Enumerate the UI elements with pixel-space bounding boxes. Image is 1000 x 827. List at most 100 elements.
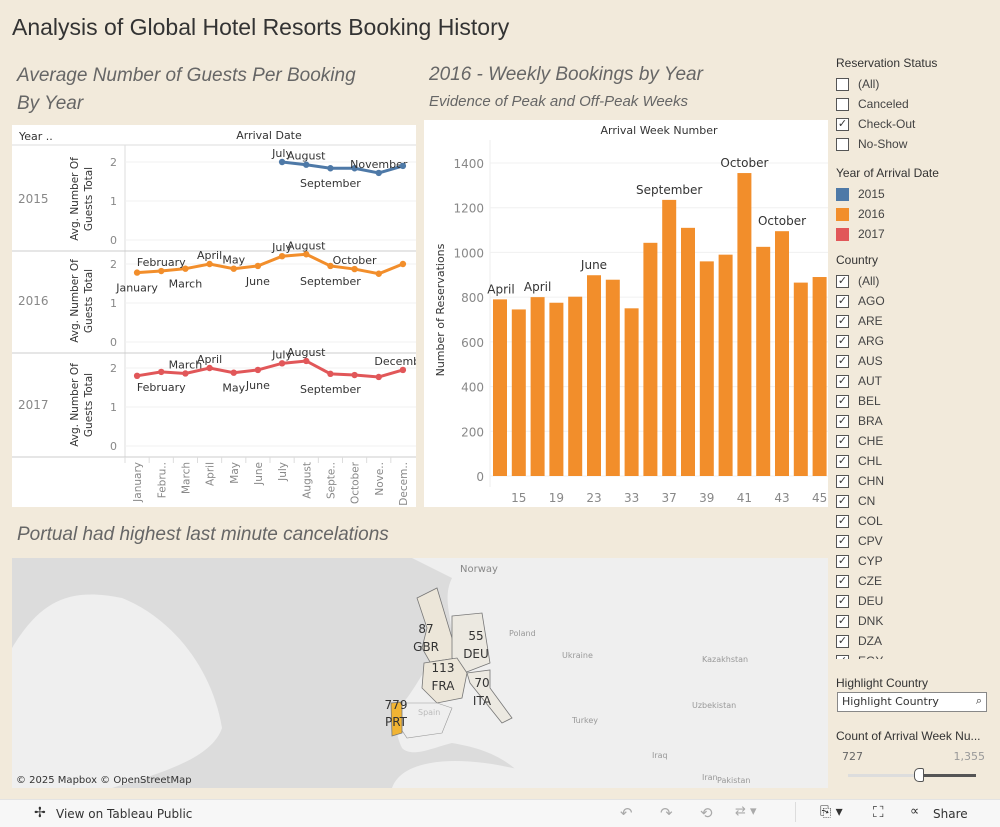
- checkbox[interactable]: ✓: [836, 534, 849, 548]
- checkbox[interactable]: ✓: [836, 394, 849, 408]
- checkbox[interactable]: ✓: [836, 494, 849, 508]
- y-axis-title: Number of Reservations: [434, 243, 447, 376]
- highlight-country-placeholder: Highlight Country: [842, 695, 939, 708]
- country-option[interactable]: ✓ CHL: [836, 451, 992, 471]
- checkbox[interactable]: [836, 77, 849, 91]
- point-label: May: [222, 382, 245, 395]
- checkbox[interactable]: ✓: [836, 374, 849, 388]
- checkbox[interactable]: [836, 97, 849, 111]
- data-point: [254, 262, 262, 270]
- highlight-country-input[interactable]: Highlight Country ⌕: [837, 692, 987, 712]
- slider-range-fill: [924, 774, 976, 777]
- slider-max-label: 1,355: [953, 750, 986, 763]
- bar-label: April: [487, 282, 514, 296]
- place-label: Kazakhstan: [702, 655, 748, 664]
- redo-icon[interactable]: ↷: [660, 804, 673, 822]
- country-option[interactable]: ✓ BEL: [836, 391, 992, 411]
- checkbox-label: (All): [858, 274, 880, 288]
- checkbox[interactable]: ✓: [836, 654, 849, 659]
- checkbox[interactable]: ✓: [836, 117, 849, 131]
- country-option[interactable]: ✓ CHN: [836, 471, 992, 491]
- checkbox[interactable]: ✓: [836, 574, 849, 588]
- country-option[interactable]: ✓ AUT: [836, 371, 992, 391]
- legend-item[interactable]: 2016: [836, 204, 992, 224]
- fullscreen-icon[interactable]: ⛶: [873, 803, 884, 821]
- bar: [587, 275, 601, 476]
- legend-label: 2015: [858, 187, 885, 201]
- checkbox[interactable]: ✓: [836, 634, 849, 648]
- download-icon[interactable]: ⎘ ▾: [820, 804, 843, 820]
- country-option[interactable]: ✓ AUS: [836, 351, 992, 371]
- checkbox[interactable]: ✓: [836, 414, 849, 428]
- place-label: Poland: [509, 629, 536, 638]
- checkbox[interactable]: ✓: [836, 334, 849, 348]
- country-option[interactable]: ✓ COL: [836, 511, 992, 531]
- year-row-label: 2016: [18, 294, 49, 308]
- legend-label: 2016: [858, 207, 885, 221]
- legend-item[interactable]: 2015: [836, 184, 992, 204]
- checkbox[interactable]: [836, 137, 849, 151]
- country-code-prt: PRT: [385, 715, 408, 729]
- country-option[interactable]: ✓ BRA: [836, 411, 992, 431]
- country-option[interactable]: ✓ ARG: [836, 331, 992, 351]
- revert-icon[interactable]: ⟲: [700, 804, 713, 822]
- bar: [812, 277, 827, 476]
- y-tick-label: 1400: [453, 157, 484, 171]
- country-option[interactable]: ✓ (All): [836, 271, 992, 291]
- status-option[interactable]: (All): [836, 74, 992, 94]
- map-canvas[interactable]: Norway Poland Ukraine Kazakhstan Turkey …: [12, 558, 828, 788]
- filter-sidebar: Reservation Status (All) Canceled ✓ Check-O…: [836, 56, 992, 659]
- checkbox[interactable]: ✓: [836, 474, 849, 488]
- guests-title-line2: By Year: [17, 93, 84, 114]
- checkbox[interactable]: ✓: [836, 354, 849, 368]
- x-tick-label: July: [277, 462, 289, 482]
- map-attribution[interactable]: © 2025 Mapbox © OpenStreetMap: [16, 775, 192, 786]
- country-option[interactable]: ✓ DZA: [836, 631, 992, 651]
- point-label: August: [287, 150, 326, 163]
- checkbox[interactable]: ✓: [836, 314, 849, 328]
- refresh-icon[interactable]: ⇄ ▾: [735, 804, 757, 819]
- checkbox[interactable]: ✓: [836, 294, 849, 308]
- row-header: Year ..: [18, 130, 53, 143]
- x-tick-label: Febru..: [156, 462, 168, 498]
- country-option[interactable]: ✓ CHE: [836, 431, 992, 451]
- slider-handle[interactable]: [914, 768, 925, 782]
- data-point: [133, 372, 141, 379]
- status-option[interactable]: Canceled: [836, 94, 992, 114]
- country-option[interactable]: ✓ CYP: [836, 551, 992, 571]
- y-tick-label: 1000: [453, 246, 484, 260]
- country-option[interactable]: ✓ EGY: [836, 651, 992, 659]
- share-button[interactable]: Share: [933, 807, 968, 821]
- checkbox-label: DEU: [858, 594, 884, 608]
- country-option[interactable]: ✓ CPV: [836, 531, 992, 551]
- checkbox[interactable]: ✓: [836, 594, 849, 608]
- bar-label: October: [758, 214, 806, 228]
- share-icon[interactable]: ∝: [910, 804, 919, 819]
- checkbox[interactable]: ✓: [836, 514, 849, 528]
- view-on-tableau-link[interactable]: View on Tableau Public: [56, 807, 192, 821]
- slider-track[interactable]: [848, 768, 976, 782]
- data-point: [133, 269, 141, 276]
- year-legend: 2015 2016 2017: [836, 184, 992, 244]
- point-label: August: [287, 239, 326, 252]
- data-point: [230, 369, 237, 376]
- checkbox[interactable]: ✓: [836, 434, 849, 448]
- country-option[interactable]: ✓ CN: [836, 491, 992, 511]
- status-option[interactable]: No-Show: [836, 134, 992, 154]
- country-option[interactable]: ✓ DEU: [836, 591, 992, 611]
- country-option[interactable]: ✓ DNK: [836, 611, 992, 631]
- country-option[interactable]: ✓ ARE: [836, 311, 992, 331]
- status-option[interactable]: ✓ Check-Out: [836, 114, 992, 134]
- checkbox-label: DNK: [858, 614, 884, 628]
- legend-item[interactable]: 2017: [836, 224, 992, 244]
- country-filter-list[interactable]: ✓ (All) ✓ AGO ✓ ARE ✓ ARG ✓ AUS ✓ AUT ✓ BEL ✓ BRA ✓ CHE ✓ C…: [836, 271, 992, 659]
- toolbar-divider: [795, 802, 796, 822]
- country-option[interactable]: ✓ CZE: [836, 571, 992, 591]
- checkbox[interactable]: ✓: [836, 614, 849, 628]
- checkbox[interactable]: ✓: [836, 454, 849, 468]
- undo-icon[interactable]: ↶: [620, 804, 633, 822]
- checkbox[interactable]: ✓: [836, 554, 849, 568]
- country-option[interactable]: ✓ AGO: [836, 291, 992, 311]
- map-panel[interactable]: Norway Poland Ukraine Kazakhstan Turkey …: [12, 558, 828, 788]
- checkbox[interactable]: ✓: [836, 274, 849, 288]
